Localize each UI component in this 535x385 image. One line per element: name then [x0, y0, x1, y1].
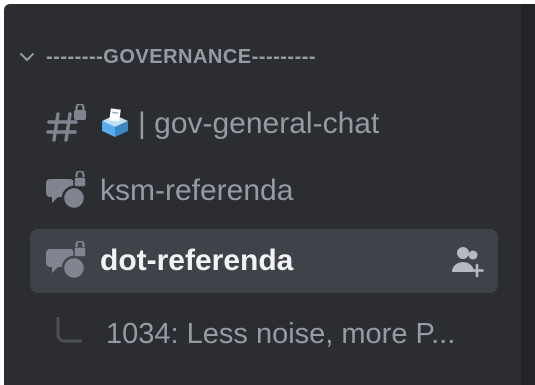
sidebar-edge — [521, 4, 535, 385]
channel-name: ksm-referenda — [100, 174, 294, 207]
category-name: --------GOVERNANCE--------- — [46, 45, 317, 68]
channel-sidebar: --------GOVERNANCE--------- | gov-genera… — [4, 4, 535, 385]
channel-separator: | — [138, 107, 146, 140]
channel-gov-general-chat[interactable]: | gov-general-chat — [30, 92, 498, 156]
channel-dot-referenda[interactable]: dot-referenda — [30, 229, 498, 293]
channel-name: gov-general-chat — [154, 107, 380, 140]
forum-lock-icon — [46, 171, 87, 211]
thread-name: 1034: Less noise, more P... — [106, 317, 456, 350]
hash-lock-icon — [46, 104, 86, 142]
channel-ksm-referenda[interactable]: ksm-referenda — [30, 159, 498, 223]
ballot-box-icon — [102, 108, 128, 137]
add-member-icon[interactable] — [450, 244, 484, 278]
thread-spine-icon — [56, 317, 82, 343]
chevron-down-icon — [20, 53, 34, 61]
forum-lock-icon — [46, 241, 87, 281]
category-header-governance[interactable]: --------GOVERNANCE--------- — [18, 44, 316, 70]
channel-name: dot-referenda — [100, 244, 294, 277]
thread-item[interactable]: 1034: Less noise, more P... — [54, 309, 494, 359]
